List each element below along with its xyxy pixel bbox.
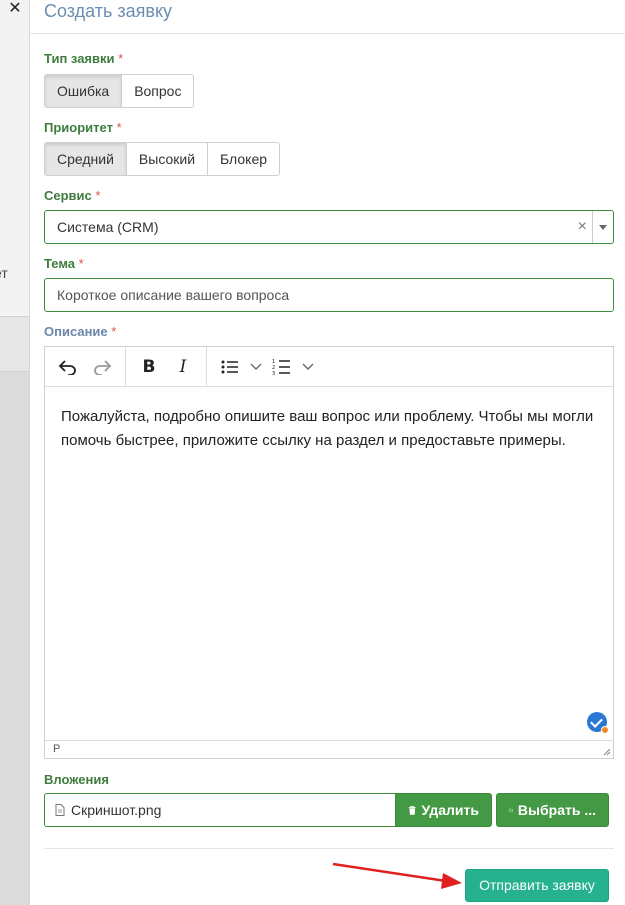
annotation-arrow-icon: [332, 862, 462, 889]
